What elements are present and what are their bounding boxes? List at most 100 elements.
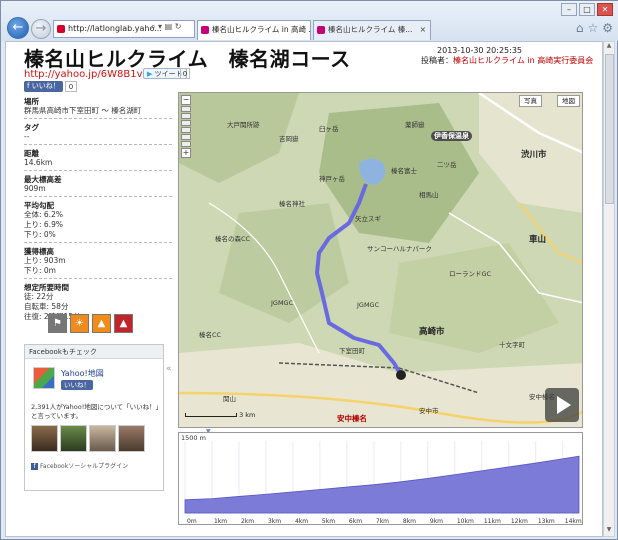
- time-label: 想定所要時間: [24, 283, 69, 292]
- map-mode-button[interactable]: 地図: [557, 95, 580, 107]
- x-tick-label: 2km: [241, 518, 254, 525]
- tab-close-icon[interactable]: ×: [420, 21, 426, 39]
- map-label: 臼ヶ岳: [319, 125, 339, 133]
- map-label: 安中市: [419, 407, 439, 415]
- zoom-slider[interactable]: [181, 113, 191, 119]
- time-walk: 徒: 22分: [24, 292, 54, 301]
- map-label: 榛名の森CC: [215, 235, 251, 243]
- tab-active[interactable]: 榛名山ヒルクライム in 高崎 ...: [197, 20, 311, 40]
- gain-up: 上り: 903m: [24, 256, 66, 265]
- home-icon[interactable]: ⌂: [576, 21, 584, 35]
- map-label: 神戸ヶ岳: [319, 175, 345, 183]
- map-label: 下室田町: [339, 347, 365, 355]
- zoom-slider[interactable]: [181, 120, 191, 126]
- elevation-chart: 1500 m 0m 1km 2km 3km 4km 5km 6km 7km 8km 9km 10km 1…: [181, 434, 582, 525]
- avg-grade-label: 平均勾配: [24, 201, 54, 210]
- facebook-page-name[interactable]: Yahoo!地図: [61, 368, 104, 379]
- scroll-down-icon[interactable]: ▼: [604, 526, 614, 536]
- zoom-slider[interactable]: [181, 106, 191, 112]
- scroll-thumb[interactable]: [605, 54, 614, 204]
- x-tick-label: 14km: [565, 518, 582, 525]
- fan-avatar[interactable]: [118, 425, 145, 452]
- close-icon[interactable]: ✕: [597, 3, 613, 16]
- elevation-profile: 1500 m 0m 1km 2km 3km 4km 5km 6km 7km 8km 9km 10km 1…: [178, 432, 583, 525]
- play-route-button[interactable]: [545, 388, 579, 422]
- facebook-icon: f: [31, 463, 38, 470]
- place-label: 場所: [24, 97, 39, 106]
- back-button[interactable]: ←: [7, 17, 29, 39]
- toolbar-icons: ⌂ ☆ ⚙: [576, 21, 613, 35]
- zoom-control: − +: [181, 95, 191, 159]
- facebook-widget-header: Facebookもチェック: [25, 345, 163, 359]
- map-label: 相馬山: [419, 191, 439, 199]
- fan-avatar[interactable]: [60, 425, 87, 452]
- contributor: 投稿者：榛名山ヒルクライム in 高崎実行委員会: [421, 55, 593, 66]
- scale-bar: [185, 413, 237, 417]
- map-canvas: [179, 93, 582, 427]
- fan-avatar[interactable]: [89, 425, 116, 452]
- x-tick-label: 11km: [484, 518, 501, 525]
- mode-icons: ⚑ ☀ ▲ ▲: [48, 314, 133, 333]
- zoom-out-button[interactable]: −: [181, 95, 191, 105]
- facebook-page-like-button[interactable]: いいね！: [61, 380, 93, 390]
- compat-icon[interactable]: ▤: [165, 22, 173, 31]
- map-label: 大戸関所跡: [227, 121, 260, 129]
- x-tick-label: 12km: [511, 518, 528, 525]
- scroll-up-icon[interactable]: ▲: [604, 42, 614, 52]
- zoom-slider[interactable]: [181, 134, 191, 140]
- climb-mode-icon[interactable]: ▲: [114, 314, 133, 333]
- address-text: http://latlonglab.yaho...: [68, 24, 162, 33]
- walk-mode-icon[interactable]: ⚑: [48, 314, 67, 333]
- zoom-in-button[interactable]: +: [181, 148, 191, 158]
- gear-icon[interactable]: ⚙: [602, 21, 613, 35]
- run-mode-icon[interactable]: ▲: [92, 314, 111, 333]
- forward-button[interactable]: →: [31, 19, 51, 39]
- fan-avatar[interactable]: [31, 425, 58, 452]
- tag-label: タグ: [24, 123, 39, 132]
- map-label: サンコーハルナパーク: [367, 245, 432, 253]
- yahoo-map-logo-icon[interactable]: [33, 367, 55, 389]
- avg-grade-all: 全体: 6.2%: [24, 210, 63, 219]
- page-scrollbar[interactable]: ▲ ▼: [603, 41, 615, 537]
- route-map[interactable]: 写真 地図 − + 大戸関所跡 吉岡嶽 臼ヶ岳 伊香保温泉 渋川市 薬師嶽 神戸…: [178, 92, 583, 428]
- zoom-slider[interactable]: [181, 127, 191, 133]
- x-tick-label: 9km: [430, 518, 443, 525]
- map-label: 安中榛名: [337, 414, 367, 423]
- dropdown-icon[interactable]: ▾: [158, 22, 162, 31]
- contributor-name[interactable]: 榛名山ヒルクライム in 高崎実行委員会: [453, 56, 593, 65]
- y-max-label: 1500 m: [181, 434, 206, 442]
- map-label: JGMGC: [271, 299, 294, 307]
- maximize-icon[interactable]: □: [579, 3, 595, 16]
- place-value: 群馬県高崎市下室田町 ～ 榛名湖町: [24, 106, 172, 119]
- map-label: 関山: [223, 395, 236, 403]
- tag-value: --: [24, 132, 172, 145]
- map-label: 渋川市: [521, 150, 547, 160]
- tab-active-label: 榛名山ヒルクライム in 高崎 ...: [212, 25, 311, 34]
- map-label: ローランドGC: [449, 270, 492, 278]
- minimize-icon[interactable]: –: [561, 3, 577, 16]
- facebook-fans-text: 2,391人がYahoo!地図について「いいね！」と言っています。: [31, 403, 159, 420]
- x-tick-label: 13km: [538, 518, 555, 525]
- tab-inactive[interactable]: 榛名山ヒルクライム 榛... ×: [313, 20, 431, 40]
- route-info: 場所 群馬県高崎市下室田町 ～ 榛名湖町 タグ -- 距離 14.6km 最大標…: [24, 94, 172, 322]
- short-url-link[interactable]: http://yahoo.jp/6W8B1v: [24, 69, 143, 80]
- gain-down: 下り: 0m: [24, 266, 172, 279]
- facebook-footer-text[interactable]: Facebookソーシャルプラグイン: [40, 463, 128, 470]
- tweet-label: ツイート: [154, 70, 183, 78]
- refresh-icon[interactable]: ↻: [175, 22, 182, 31]
- photo-mode-button[interactable]: 写真: [519, 95, 542, 107]
- browser-toolbar: ← → http://latlonglab.yaho... ⌕ ▾ ▤ ↻ 榛名…: [1, 1, 618, 41]
- bike-mode-icon[interactable]: ☀: [70, 314, 89, 333]
- collapse-panel-icon[interactable]: «: [166, 364, 172, 374]
- facebook-faces: [31, 425, 145, 452]
- x-tick-label: 7km: [376, 518, 389, 525]
- max-elevation-value: 909m: [24, 184, 172, 197]
- search-icon[interactable]: ⌕: [151, 22, 155, 31]
- like-count: 0: [65, 81, 77, 92]
- x-tick-label: 8km: [403, 518, 416, 525]
- map-label: 二ツ岳: [437, 161, 457, 169]
- favorites-icon[interactable]: ☆: [587, 21, 598, 35]
- zoom-slider[interactable]: [181, 141, 191, 147]
- avg-grade-down: 下り: 0%: [24, 230, 172, 243]
- fb-like-button[interactable]: f いいね！: [24, 81, 63, 92]
